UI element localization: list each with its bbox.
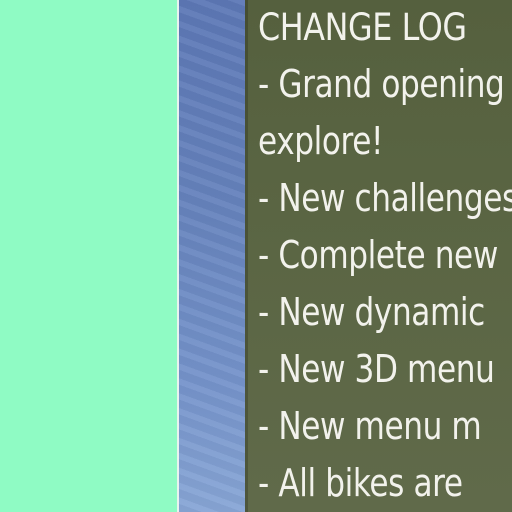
changelog-title: CHANGE LOG (258, 6, 467, 49)
changelog-line: - Complete new (258, 233, 498, 277)
changelog-line: - All bikes are (258, 461, 463, 505)
changelog-line: - Grand opening (258, 62, 505, 106)
game-screen: CHANGE LOG - Grand opening explore! - Ne… (0, 0, 512, 512)
changelog-line: - New 3D menu (258, 347, 495, 391)
changelog-line: explore! (258, 119, 384, 163)
changelog-panel[interactable]: CHANGE LOG - Grand opening explore! - Ne… (245, 0, 512, 512)
left-panel (0, 0, 177, 512)
changelog-line: - New dynamic (258, 290, 485, 334)
sky-background (179, 0, 245, 512)
changelog-content: CHANGE LOG - Grand opening explore! - Ne… (258, 0, 512, 512)
changelog-line: - New challenges (258, 176, 512, 220)
changelog-line: - New menu m (258, 404, 482, 448)
